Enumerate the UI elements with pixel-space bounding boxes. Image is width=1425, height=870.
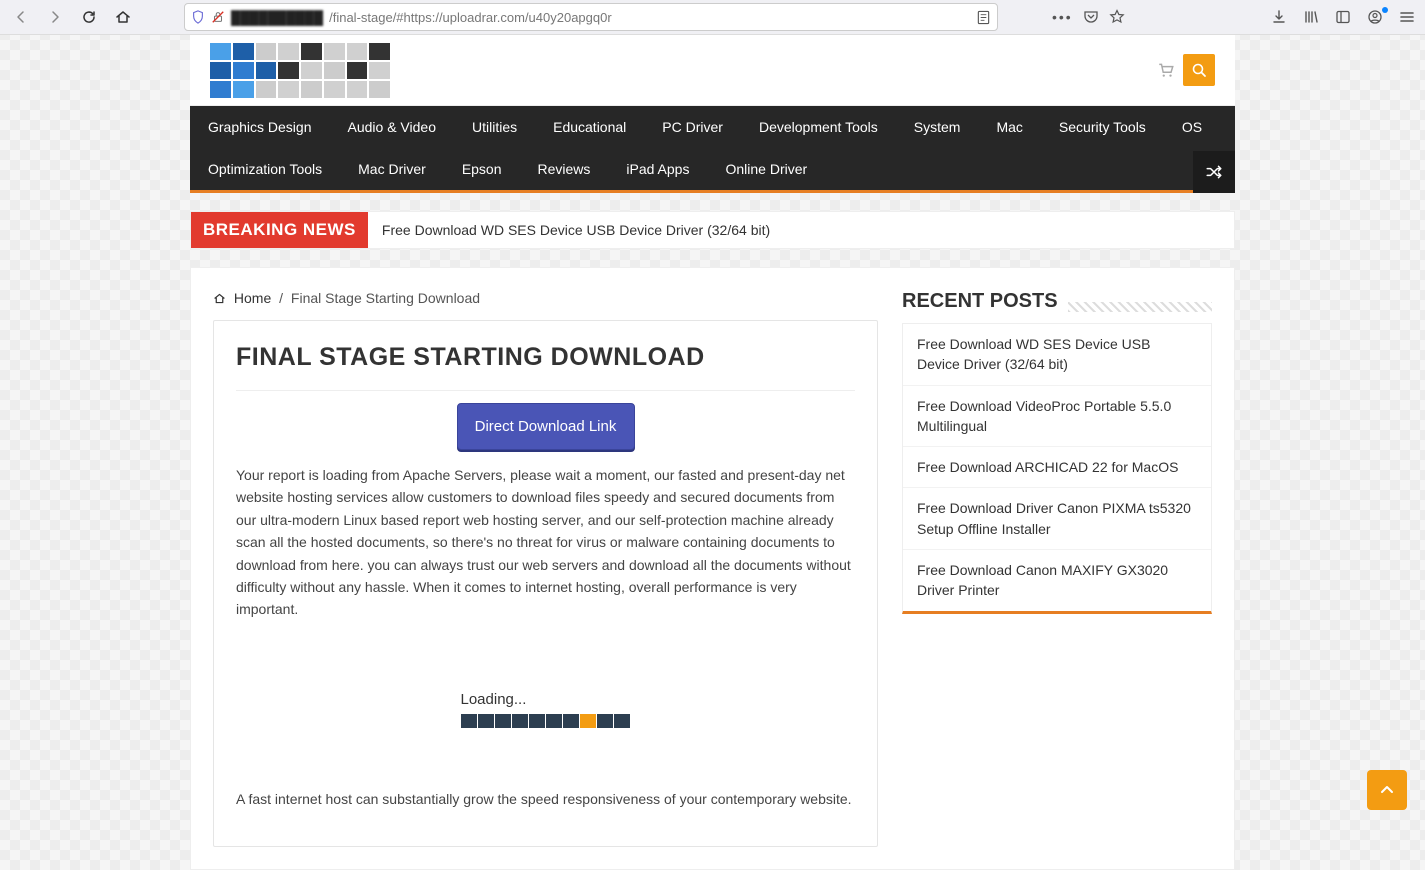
article-title: Final Stage Starting Download: [236, 343, 855, 391]
sidebar: Recent Posts Free Download WD SES Device…: [902, 290, 1212, 614]
nav-item[interactable]: Epson: [444, 148, 520, 190]
recent-posts-list: Free Download WD SES Device USB Device D…: [902, 323, 1212, 614]
breaking-news-bar: Breaking News Free Download WD SES Devic…: [190, 211, 1235, 249]
recent-post-link[interactable]: Free Download ARCHICAD 22 for MacOS: [903, 446, 1211, 487]
nav-item[interactable]: Educational: [535, 106, 644, 148]
nav-item[interactable]: Optimization Tools: [190, 148, 340, 190]
article: Final Stage Starting Download Direct Dow…: [213, 320, 878, 847]
home-icon: [213, 290, 230, 306]
forward-button: [42, 4, 68, 30]
reload-button[interactable]: [76, 4, 102, 30]
insecure-connection-icon[interactable]: [211, 10, 225, 24]
breadcrumb: Home / Final Stage Starting Download: [213, 290, 878, 306]
nav-item[interactable]: Utilities: [454, 106, 535, 148]
recent-post-link[interactable]: Free Download Canon MAXIFY GX3020 Driver…: [903, 549, 1211, 611]
primary-nav: Graphics Design Audio & Video Utilities …: [190, 106, 1235, 193]
nav-item[interactable]: System: [896, 106, 979, 148]
home-button[interactable]: [110, 4, 136, 30]
nav-item[interactable]: PC Driver: [644, 106, 741, 148]
article-paragraph: A fast internet host can substantially g…: [236, 788, 855, 810]
breaking-news-label: Breaking News: [191, 212, 368, 248]
site-logo[interactable]: [210, 43, 390, 98]
breadcrumb-current: Final Stage Starting Download: [291, 290, 480, 306]
article-paragraph: Your report is loading from Apache Serve…: [236, 464, 855, 621]
nav-item[interactable]: OS: [1164, 106, 1220, 148]
address-bar[interactable]: ██████████ /final-stage/#https://uploadr…: [184, 3, 998, 31]
nav-item[interactable]: Mac: [978, 106, 1040, 148]
back-button: [8, 4, 34, 30]
account-icon[interactable]: [1367, 9, 1385, 25]
loading-label: Loading...: [461, 691, 631, 708]
cart-icon[interactable]: [1157, 61, 1175, 79]
address-bar-actions: •••: [1052, 9, 1125, 25]
reader-mode-icon[interactable]: [976, 10, 991, 25]
scroll-to-top-button[interactable]: [1367, 770, 1407, 810]
bookmark-star-icon[interactable]: [1109, 9, 1125, 25]
url-path: /final-stage/#https://uploadrar.com/u40y…: [329, 10, 612, 25]
tracking-protection-icon[interactable]: [191, 10, 205, 24]
sidebar-toggle-icon[interactable]: [1335, 9, 1353, 25]
app-menu-icon[interactable]: [1399, 9, 1417, 25]
breadcrumb-home[interactable]: Home: [213, 290, 275, 306]
site-header: [190, 35, 1235, 106]
recent-posts-heading: Recent Posts: [902, 290, 1058, 313]
breadcrumb-home-label: Home: [234, 290, 271, 306]
recent-post-link[interactable]: Free Download WD SES Device USB Device D…: [903, 324, 1211, 385]
nav-item[interactable]: Audio & Video: [330, 106, 454, 148]
downloads-icon[interactable]: [1271, 9, 1289, 25]
library-icon[interactable]: [1303, 9, 1321, 25]
page-actions-icon[interactable]: •••: [1052, 9, 1073, 25]
nav-item[interactable]: Development Tools: [741, 106, 896, 148]
recent-post-link[interactable]: Free Download VideoProc Portable 5.5.0 M…: [903, 385, 1211, 447]
nav-item[interactable]: Online Driver: [707, 148, 825, 190]
recent-post-link[interactable]: Free Download Driver Canon PIXMA ts5320 …: [903, 487, 1211, 549]
nav-item[interactable]: Mac Driver: [340, 148, 444, 190]
browser-toolbar: ██████████ /final-stage/#https://uploadr…: [0, 0, 1425, 35]
breaking-news-headline[interactable]: Free Download WD SES Device USB Device D…: [368, 212, 784, 248]
nav-item[interactable]: iPad Apps: [608, 148, 707, 190]
url-host: ██████████: [231, 10, 323, 25]
progress-bar: [461, 714, 631, 728]
heading-decoration: [1068, 302, 1212, 312]
breadcrumb-sep: /: [279, 290, 283, 306]
random-post-button[interactable]: [1193, 151, 1235, 193]
direct-download-button[interactable]: Direct Download Link: [457, 403, 635, 450]
search-button[interactable]: [1183, 54, 1215, 86]
toolbar-right: [1271, 9, 1417, 25]
pocket-icon[interactable]: [1083, 9, 1099, 25]
nav-item[interactable]: Security Tools: [1041, 106, 1164, 148]
loading-indicator: Loading...: [461, 691, 631, 728]
nav-item[interactable]: Graphics Design: [190, 106, 330, 148]
nav-item[interactable]: Reviews: [520, 148, 609, 190]
